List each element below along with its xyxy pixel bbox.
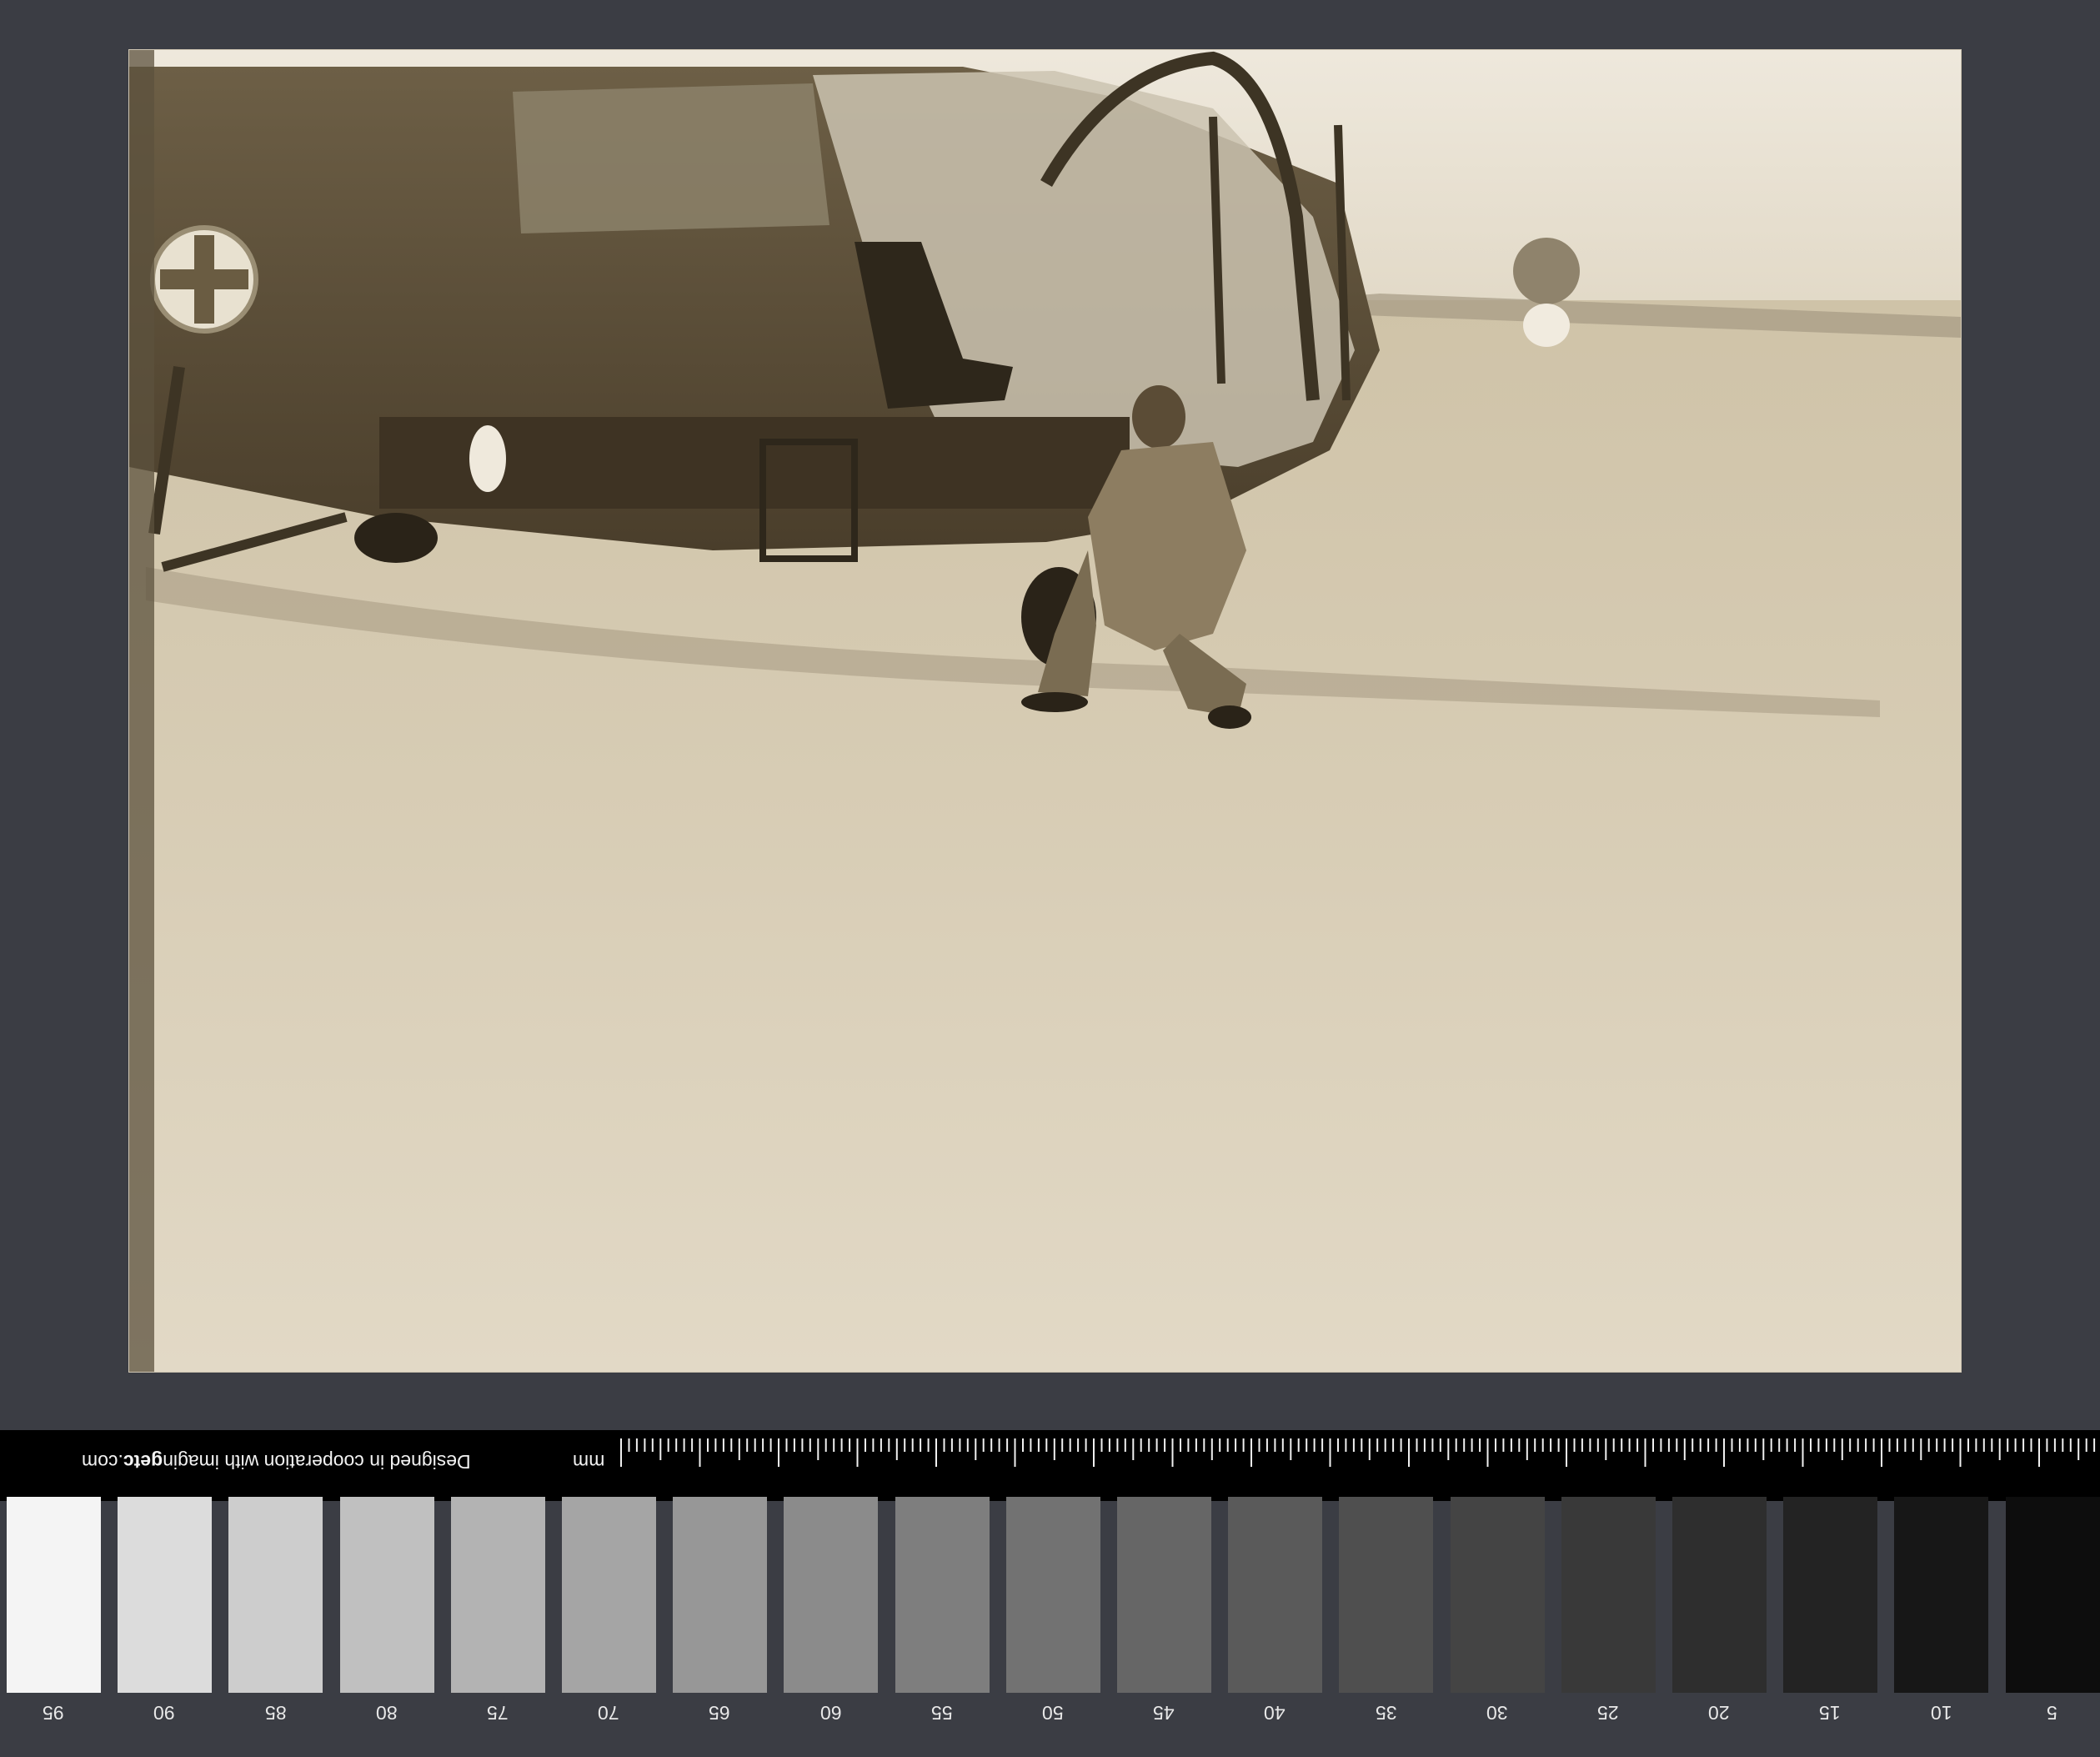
gray-step-label: 85 — [264, 1702, 287, 1724]
gray-step-label: 20 — [1708, 1702, 1730, 1724]
gray-patch — [450, 1497, 545, 1693]
gray-patch — [7, 1497, 101, 1693]
gray-step-label: 5 — [2047, 1702, 2057, 1724]
unit-text: mm — [572, 1451, 605, 1473]
gray-patch — [1228, 1497, 1323, 1693]
credit-bold: getc — [123, 1451, 163, 1473]
gray-step-label: 15 — [1819, 1702, 1841, 1724]
gray-patch — [1783, 1497, 1878, 1693]
gray-step-label: 80 — [375, 1702, 398, 1724]
credit-suffix: .com — [82, 1451, 124, 1473]
gray-step-label: 75 — [487, 1702, 509, 1724]
gray-patch — [673, 1497, 768, 1693]
gray-patch — [1894, 1497, 1989, 1693]
gray-step-label: 95 — [43, 1702, 64, 1724]
gray-patch — [895, 1497, 990, 1693]
gray-step-label: 60 — [819, 1702, 842, 1724]
gray-step-label: 90 — [153, 1702, 175, 1724]
gray-patch — [118, 1497, 213, 1693]
gray-step-label: 30 — [1486, 1702, 1508, 1724]
gray-patch — [339, 1497, 434, 1693]
gray-patch — [784, 1497, 879, 1693]
gray-patch — [1561, 1497, 1656, 1693]
gray-step-label: 50 — [1042, 1702, 1064, 1724]
photograph — [129, 50, 1961, 1372]
gray-step-label: 10 — [1930, 1702, 1952, 1724]
gray-step-label: 45 — [1153, 1702, 1175, 1724]
gray-step-label: 70 — [598, 1702, 619, 1724]
gray-patch — [1450, 1497, 1545, 1693]
gray-patch — [562, 1497, 656, 1693]
helicopter-photo — [129, 50, 1961, 1372]
credit-text: Designed in cooperation with imagingetc.… — [0, 1448, 471, 1476]
gray-step-label: 40 — [1264, 1702, 1286, 1724]
gray-patch — [228, 1497, 323, 1693]
cross-roundel-icon — [150, 225, 258, 334]
gray-patch — [1339, 1497, 1434, 1693]
gray-patch — [1117, 1497, 1211, 1693]
gray-patch — [1005, 1497, 1100, 1693]
gray-step-label: 55 — [930, 1702, 953, 1724]
credit-prefix: Designed in cooperation with imagin — [163, 1451, 472, 1473]
gray-step-label: 65 — [709, 1702, 730, 1724]
gray-patch — [2005, 1497, 2100, 1693]
unit-label: mm — [572, 1448, 605, 1476]
gray-step-label: 25 — [1597, 1702, 1619, 1724]
gray-patch — [1672, 1497, 1767, 1693]
gray-step-label: 35 — [1375, 1702, 1397, 1724]
